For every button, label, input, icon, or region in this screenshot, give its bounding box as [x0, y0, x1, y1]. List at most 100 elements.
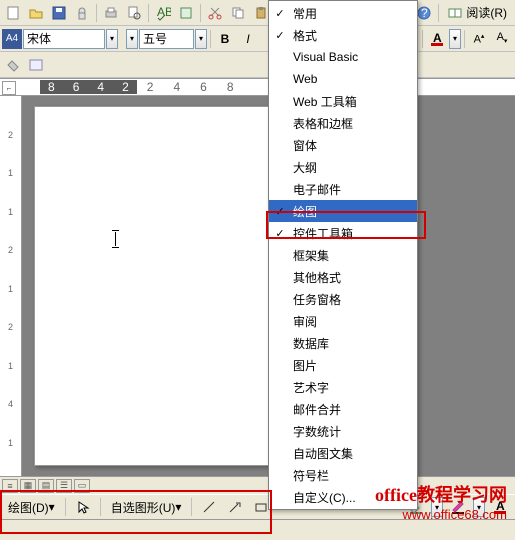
menu-item-label: 电子邮件 [291, 181, 417, 198]
menu-item-11[interactable]: 框架集 [269, 244, 417, 266]
permission-icon[interactable] [71, 2, 93, 24]
separator [100, 498, 101, 516]
menu-item-label: 框架集 [291, 247, 417, 264]
menu-item-2[interactable]: Visual Basic [269, 46, 417, 68]
separator [65, 498, 66, 516]
separator [422, 30, 423, 48]
menu-item-13[interactable]: 任务窗格 [269, 288, 417, 310]
font-dropdown-icon[interactable]: ▾ [106, 29, 118, 49]
menu-item-20[interactable]: 自动图文集 [269, 442, 417, 464]
shrink-font-icon[interactable]: A▾ [491, 28, 513, 50]
horizontal-ruler: ⌐ 8642 2468 [0, 78, 515, 96]
font-color-draw-icon[interactable]: A [489, 496, 511, 518]
font-name: 宋体 [27, 30, 51, 47]
menu-item-label: 格式 [291, 27, 417, 44]
separator [200, 4, 201, 22]
fill-color-dropdown-icon[interactable]: ▾ [431, 497, 443, 517]
formatting-toolbar: A4 宋体 ▾ ▾ 五号 ▾ B I A A ▾ A▴ A▾ [0, 26, 515, 52]
menu-item-7[interactable]: 大纲 [269, 156, 417, 178]
menu-item-label: 任务窗格 [291, 291, 417, 308]
arrow-tool-icon[interactable] [224, 496, 246, 518]
code-icon[interactable] [25, 54, 47, 76]
italic-icon[interactable]: I [237, 28, 259, 50]
save-icon[interactable] [48, 2, 70, 24]
spellcheck-icon[interactable]: ABC [152, 2, 174, 24]
menu-item-label: Visual Basic [291, 50, 417, 64]
menu-item-16[interactable]: 图片 [269, 354, 417, 376]
extra-toolbar [0, 52, 515, 78]
work-area: 2 1 1 2 1 2 1 4 1 [0, 96, 515, 476]
line-color-icon[interactable] [447, 496, 469, 518]
menu-item-label: 自动图文集 [291, 445, 417, 462]
menu-item-14[interactable]: 审阅 [269, 310, 417, 332]
drawing-toolbar: 绘图(D) ▾ 自选图形(U) ▾ ▾ ▾ A [0, 494, 515, 520]
line-color-dropdown-icon[interactable]: ▾ [473, 497, 485, 517]
print-view-icon[interactable]: ▤ [38, 479, 54, 493]
draw-menu-button[interactable]: 绘图(D) ▾ [4, 497, 59, 517]
svg-text:A: A [433, 31, 442, 45]
menu-item-8[interactable]: 电子邮件 [269, 178, 417, 200]
font-color-icon[interactable]: A [426, 28, 448, 50]
research-icon[interactable] [175, 2, 197, 24]
menu-item-9[interactable]: ✓绘图 [269, 200, 417, 222]
menu-item-17[interactable]: 艺术字 [269, 376, 417, 398]
menu-item-22[interactable]: 自定义(C)... [269, 486, 417, 508]
menu-item-10[interactable]: ✓控件工具箱 [269, 222, 417, 244]
size-dropdown-icon[interactable]: ▾ [195, 29, 207, 49]
menu-item-3[interactable]: Web [269, 68, 417, 90]
menu-item-0[interactable]: ✓常用 [269, 2, 417, 24]
print-icon[interactable] [100, 2, 122, 24]
outline-view-icon[interactable]: ☰ [56, 479, 72, 493]
menu-item-label: 自定义(C)... [291, 489, 417, 506]
style-dropdown-icon[interactable]: ▾ [126, 29, 138, 49]
menu-item-18[interactable]: 邮件合并 [269, 398, 417, 420]
select-pointer-icon[interactable] [72, 496, 94, 518]
reading-view-icon[interactable]: ▭ [74, 479, 90, 493]
menu-item-label: 符号栏 [291, 467, 417, 484]
menu-item-label: 窗体 [291, 137, 417, 154]
standard-toolbar: ABC 100% ▾ ? 阅读(R) [0, 0, 515, 26]
autoshape-button[interactable]: 自选图形(U) ▾ [107, 497, 186, 517]
check-icon: ✓ [269, 29, 291, 42]
font-size-box[interactable]: 五号 [139, 29, 194, 49]
check-icon: ✓ [269, 7, 291, 20]
menu-item-label: 数据库 [291, 335, 417, 352]
toolbox-icon[interactable] [2, 54, 24, 76]
line-tool-icon[interactable] [198, 496, 220, 518]
open-icon[interactable] [25, 2, 47, 24]
menu-item-label: 绘图 [291, 203, 417, 220]
document-page[interactable] [34, 106, 294, 466]
menu-item-label: 邮件合并 [291, 401, 417, 418]
ruler-dark-region: 8642 [40, 80, 137, 94]
menu-item-label: 艺术字 [291, 379, 417, 396]
menu-item-label: 其他格式 [291, 269, 417, 286]
menu-item-label: Web [291, 72, 417, 86]
web-view-icon[interactable]: ▦ [20, 479, 36, 493]
bold-icon[interactable]: B [214, 28, 236, 50]
ruler-corner-icon[interactable]: ⌐ [2, 81, 16, 95]
menu-item-12[interactable]: 其他格式 [269, 266, 417, 288]
print-preview-icon[interactable] [123, 2, 145, 24]
menu-item-label: Web 工具箱 [291, 93, 417, 110]
menu-item-15[interactable]: 数据库 [269, 332, 417, 354]
menu-item-1[interactable]: ✓格式 [269, 24, 417, 46]
new-doc-icon[interactable] [2, 2, 24, 24]
menu-item-4[interactable]: Web 工具箱 [269, 90, 417, 112]
vertical-ruler: 2 1 1 2 1 2 1 4 1 [0, 96, 22, 476]
menu-item-6[interactable]: 窗体 [269, 134, 417, 156]
menu-item-5[interactable]: 表格和边框 [269, 112, 417, 134]
toolbars-context-menu: ✓常用✓格式Visual BasicWebWeb 工具箱表格和边框窗体大纲电子邮… [268, 0, 418, 510]
menu-item-label: 表格和边框 [291, 115, 417, 132]
read-mode-button[interactable]: 阅读(R) [442, 2, 513, 24]
svg-text:?: ? [421, 6, 428, 20]
separator [210, 30, 211, 48]
menu-item-21[interactable]: 符号栏 [269, 464, 417, 486]
font-name-box[interactable]: 宋体 [23, 29, 105, 49]
font-color-dropdown-icon[interactable]: ▾ [449, 29, 461, 49]
copy-icon[interactable] [227, 2, 249, 24]
svg-text:ABC: ABC [157, 5, 171, 19]
cut-icon[interactable] [204, 2, 226, 24]
grow-font-icon[interactable]: A▴ [468, 28, 490, 50]
normal-view-icon[interactable]: ≡ [2, 479, 18, 493]
menu-item-19[interactable]: 字数统计 [269, 420, 417, 442]
